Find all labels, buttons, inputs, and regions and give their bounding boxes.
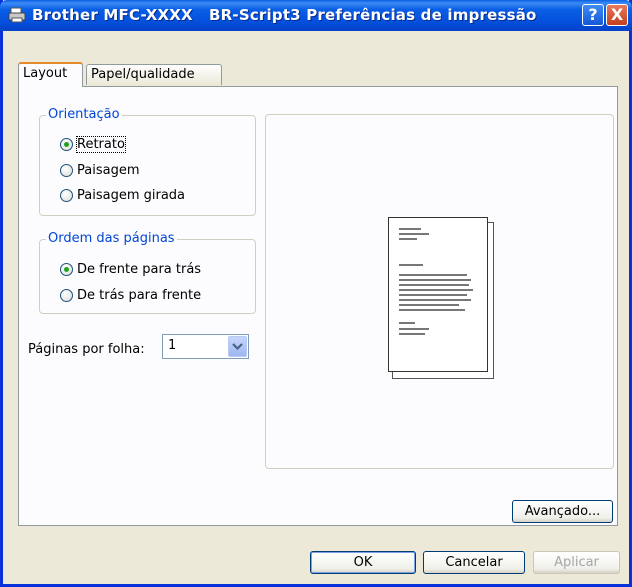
radio-paisagem[interactable]: Paisagem (60, 160, 140, 180)
page-order-group: Ordem das páginas De frente para trás De… (39, 231, 256, 314)
radio-retrato[interactable]: Retrato (60, 134, 126, 154)
radio-label-frente-para-tras: De frente para trás (77, 261, 202, 277)
radio-label-retrato: Retrato (76, 135, 126, 153)
apply-button: Aplicar (533, 551, 620, 574)
advanced-button[interactable]: Avançado... (512, 500, 613, 523)
tab-papel-qualidade[interactable]: Papel/qualidade (86, 64, 222, 85)
orientation-legend: Orientação (46, 107, 122, 122)
radio-frente-para-tras[interactable]: De frente para trás (60, 259, 201, 279)
title-bar[interactable]: Brother MFC-XXXX BR-Script3 Preferências… (0, 0, 632, 31)
radio-label-paisagem-girada: Paisagem girada (77, 187, 186, 203)
chevron-down-icon (232, 343, 243, 351)
radio-tras-para-frente[interactable]: De trás para frente (60, 285, 201, 305)
radio-label-paisagem: Paisagem (77, 162, 140, 178)
radio-button-checked[interactable] (60, 137, 73, 151)
printer-icon (8, 7, 26, 23)
page-order-legend: Ordem das páginas (46, 231, 177, 246)
print-preferences-dialog: Brother MFC-XXXX BR-Script3 Preferências… (0, 0, 632, 587)
ok-button[interactable]: OK (310, 551, 416, 574)
pages-per-sheet-value: 1 (168, 338, 177, 353)
orientation-group: Orientação Retrato Paisagem Paisagem gir… (39, 107, 256, 216)
radio-button[interactable] (60, 288, 73, 302)
dropdown-button[interactable] (228, 336, 247, 357)
radio-button[interactable] (60, 163, 73, 177)
tab-layout[interactable]: Layout (18, 62, 83, 87)
radio-paisagem-girada[interactable]: Paisagem girada (60, 185, 185, 205)
page-thumbnail (388, 217, 488, 372)
window-title: Brother MFC-XXXX BR-Script3 Preferências… (32, 6, 537, 24)
radio-button[interactable] (60, 188, 73, 202)
radio-button-checked[interactable] (60, 262, 73, 276)
pages-per-sheet-label: Páginas por folha: (28, 342, 145, 357)
close-button[interactable]: X (606, 4, 628, 26)
pages-per-sheet-select[interactable]: 1 (162, 334, 249, 359)
radio-label-tras-para-frente: De trás para frente (77, 287, 202, 303)
cancel-button[interactable]: Cancelar (423, 551, 525, 574)
help-button[interactable]: ? (582, 4, 604, 26)
page-preview-icon (388, 217, 494, 379)
